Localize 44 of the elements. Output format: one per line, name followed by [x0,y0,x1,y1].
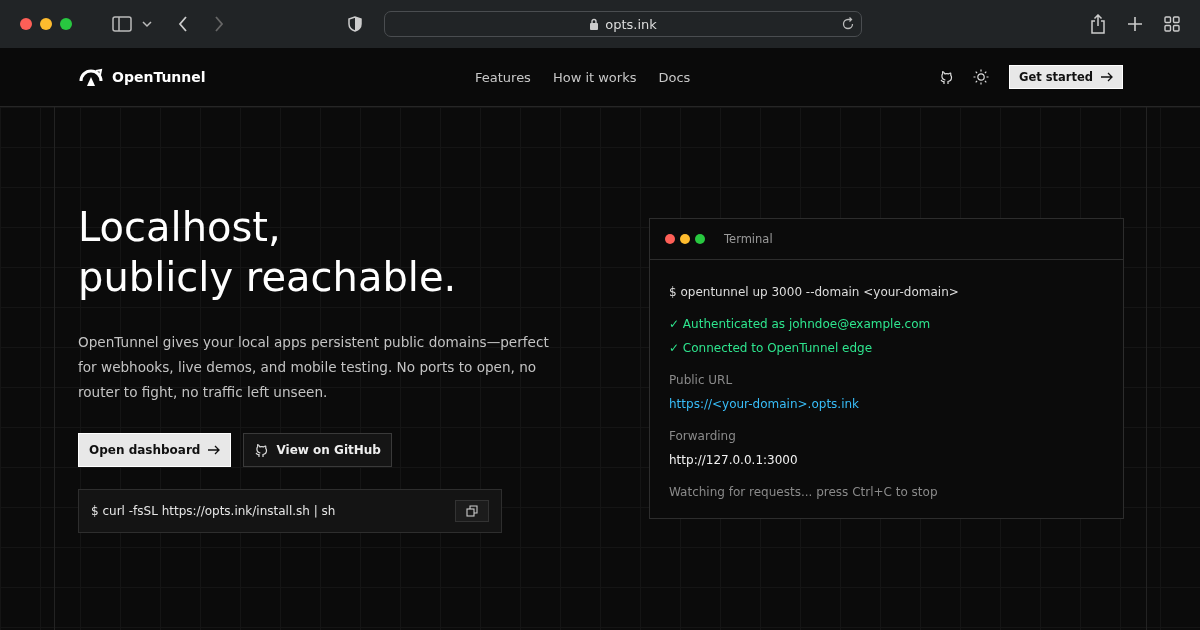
close-window-button[interactable] [20,18,32,30]
github-icon [254,442,269,458]
github-button[interactable]: View on GitHub [243,433,392,467]
nav-link[interactable]: How it works [552,69,637,85]
close-dot [665,234,675,244]
arrow-icon [208,445,221,455]
copy-button[interactable] [455,500,489,522]
chevron-down-icon[interactable] [142,20,152,28]
shield-icon[interactable] [348,16,362,32]
copy-icon [466,505,478,517]
get-started-button[interactable]: Get started [1008,65,1123,89]
tab-overview-icon[interactable] [1164,16,1180,32]
terminal-line: Watching for requests... press Ctrl+C to stop [669,484,939,501]
terminal-line: http://127.0.0.1:3000 [669,452,799,469]
share-icon[interactable] [1090,14,1106,34]
zoom-dot [695,234,705,244]
lock-icon [589,18,600,30]
minimize-window-button[interactable] [40,18,52,30]
logo-icon[interactable] [78,67,104,87]
sidebar-icon[interactable] [112,16,132,32]
brand-name[interactable]: OpenTunnel [112,69,206,85]
install-command: $ curl -fsSL https://opts.ink/install.sh | sh [91,504,336,518]
terminal-link[interactable]: https://<your-domain>.opts.ink [669,392,1104,416]
open-dashboard-button[interactable]: Open dashboard [78,433,232,467]
terminal-line: Public URL [669,372,734,389]
terminal-line: $ opentunnel up 3000 --domain <your-domain> [669,284,960,301]
nav-link[interactable]: Docs [658,69,691,85]
hero-description: OpenTunnel gives your local apps persistent public domains—perfect for webhooks, live demos, and mobile testing. No ports to open, no router to fight, no traffic left unseen. [78,333,550,402]
minimize-dot [680,234,690,244]
back-icon[interactable] [178,16,188,32]
nav-link[interactable]: Features [475,69,531,85]
plus-icon[interactable] [1128,17,1142,31]
terminal-line: ✓ Connected to OpenTunnel edge [669,340,874,357]
reload-icon[interactable] [841,17,855,31]
hero-title: Localhost, publicly reachable. [78,203,458,302]
forward-icon[interactable] [214,16,224,32]
sun-icon[interactable] [972,69,989,85]
terminal-line: ✓ Authenticated as johndoe@example.com [669,316,932,333]
github-icon[interactable] [938,69,953,85]
address-bar[interactable]: opts.ink [384,11,862,37]
arrow-icon [1101,72,1113,82]
terminal-title: Terminal [724,232,773,246]
terminal-line: Forwarding [669,428,737,445]
zoom-window-button[interactable] [60,18,72,30]
